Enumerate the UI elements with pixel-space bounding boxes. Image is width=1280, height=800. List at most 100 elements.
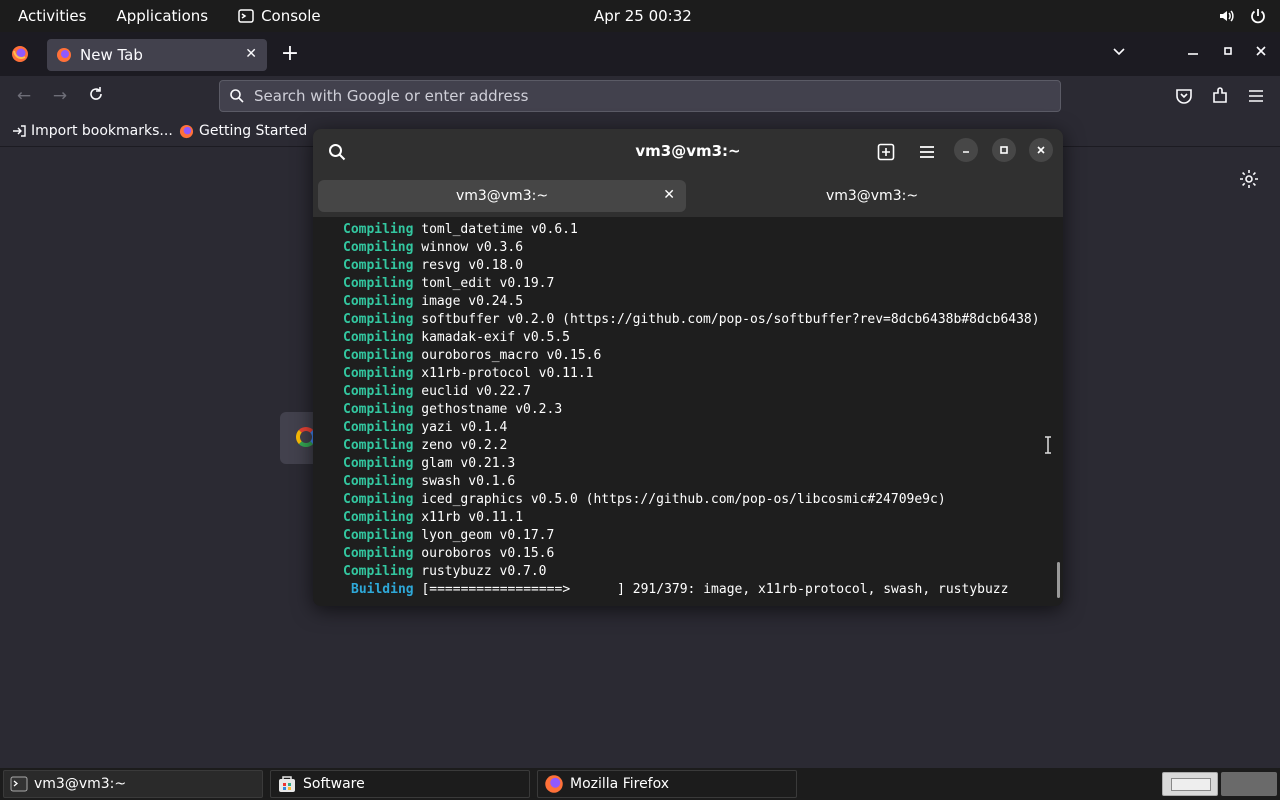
terminal-line-text: iced_graphics v0.5.0 (https://github.com…: [413, 492, 946, 507]
terminal-line: Compiling lyon_geom v0.17.7: [343, 527, 554, 545]
applications-menu[interactable]: Applications: [98, 0, 208, 32]
terminal-tab-bar: vm3@vm3:~ ✕ vm3@vm3:~: [313, 175, 1063, 217]
maximize-icon[interactable]: [992, 138, 1016, 162]
task-terminal[interactable]: vm3@vm3:~: [3, 770, 263, 798]
terminal-tab-label: vm3@vm3:~: [825, 188, 919, 204]
cargo-status-keyword: Compiling: [343, 348, 414, 363]
task-firefox[interactable]: Mozilla Firefox: [537, 770, 797, 798]
terminal-line: Compiling gethostname v0.2.3: [343, 401, 562, 419]
terminal-line-text: x11rb-protocol v0.11.1: [413, 366, 594, 381]
firefox-icon: [545, 775, 563, 793]
terminal-line: Compiling toml_datetime v0.6.1: [343, 221, 578, 239]
workspace-2[interactable]: [1221, 772, 1277, 796]
activities-button[interactable]: Activities: [0, 0, 86, 32]
terminal-icon: [10, 776, 28, 792]
cargo-status-keyword: Compiling: [343, 330, 414, 345]
scrollbar[interactable]: [1057, 562, 1060, 598]
back-arrow-icon[interactable]: ←: [14, 86, 34, 106]
terminal-line: Compiling euclid v0.22.7: [343, 383, 531, 401]
cargo-status-keyword: Compiling: [343, 546, 414, 561]
reload-icon[interactable]: [86, 86, 106, 106]
hamburger-menu-icon[interactable]: [915, 140, 939, 164]
maximize-icon[interactable]: [1222, 44, 1234, 62]
terminal-line-text: winnow v0.3.6: [413, 240, 524, 255]
import-icon: [13, 125, 26, 137]
terminal-line: Compiling x11rb-protocol v0.11.1: [343, 365, 593, 383]
software-icon: [279, 776, 295, 792]
terminal-line: Compiling zeno v0.2.2: [343, 437, 507, 455]
close-window-icon[interactable]: [1255, 44, 1267, 62]
cargo-status-keyword: Compiling: [343, 492, 414, 507]
terminal-tab-1[interactable]: vm3@vm3:~ ✕: [318, 180, 686, 212]
search-icon: [230, 89, 244, 103]
terminal-line: Compiling x11rb v0.11.1: [343, 509, 523, 527]
pocket-icon[interactable]: [1174, 86, 1194, 106]
cargo-status-keyword: Compiling: [343, 474, 414, 489]
tab-new-tab[interactable]: New Tab ✕: [47, 39, 267, 71]
close-tab-icon[interactable]: ✕: [663, 187, 675, 203]
terminal-line-text: zeno v0.2.2: [413, 438, 508, 453]
workspace-1[interactable]: [1162, 772, 1218, 796]
cargo-status-keyword: Compiling: [343, 564, 414, 579]
terminal-line-text: swash v0.1.6: [413, 474, 516, 489]
terminal-line-text: ouroboros v0.15.6: [413, 546, 555, 561]
cargo-status-keyword: Compiling: [343, 366, 414, 381]
cargo-status-keyword: Compiling: [343, 294, 414, 309]
close-icon[interactable]: [1029, 138, 1053, 162]
getting-started-link[interactable]: Getting Started: [179, 123, 307, 139]
cargo-status-keyword: Compiling: [343, 312, 414, 327]
task-software[interactable]: Software: [270, 770, 530, 798]
list-tabs-icon[interactable]: [1112, 44, 1126, 62]
terminal-line-text: yazi v0.1.4: [413, 420, 508, 435]
terminal-line: Compiling kamadak-exif v0.5.5: [343, 329, 570, 347]
terminal-line: Compiling winnow v0.3.6: [343, 239, 523, 257]
minimize-icon[interactable]: [954, 138, 978, 162]
import-bookmarks-link[interactable]: Import bookmarks...: [12, 123, 173, 139]
system-menu[interactable]: [1218, 0, 1266, 32]
clock[interactable]: Apr 25 00:32: [594, 0, 692, 32]
console-label: Console: [261, 7, 321, 25]
cargo-status-keyword: Compiling: [343, 240, 414, 255]
build-progress-line: Building [=================> ] 291/379: …: [351, 581, 1008, 599]
terminal-line: Compiling swash v0.1.6: [343, 473, 515, 491]
firefox-icon: [57, 48, 71, 62]
terminal-tab-label: vm3@vm3:~: [455, 188, 549, 204]
terminal-line: Compiling toml_edit v0.19.7: [343, 275, 554, 293]
terminal-line: Compiling glam v0.21.3: [343, 455, 515, 473]
terminal-line-text: softbuffer v0.2.0 (https://github.com/po…: [413, 312, 1040, 327]
task-label: Software: [303, 776, 365, 792]
import-bookmarks-label: Import bookmarks...: [31, 123, 173, 139]
menu-icon[interactable]: [1246, 86, 1266, 106]
cargo-status-keyword: Compiling: [343, 528, 414, 543]
terminal-line-text: ouroboros_macro v0.15.6: [413, 348, 602, 363]
cargo-status-keyword: Compiling: [343, 276, 414, 291]
terminal-line: Compiling image v0.24.5: [343, 293, 523, 311]
terminal-tab-2[interactable]: vm3@vm3:~: [688, 180, 1056, 212]
forward-arrow-icon[interactable]: →: [50, 86, 70, 106]
terminal-line-text: x11rb v0.11.1: [413, 510, 524, 525]
close-tab-icon[interactable]: ✕: [245, 46, 257, 62]
terminal-output[interactable]: Compiling toml_datetime v0.6.1 Compiling …: [313, 217, 1063, 606]
getting-started-label: Getting Started: [199, 123, 308, 139]
new-tab-icon[interactable]: [874, 140, 898, 164]
minimize-icon[interactable]: [1187, 44, 1199, 62]
cargo-status-keyword: Compiling: [343, 510, 414, 525]
terminal-line-text: lyon_geom v0.17.7: [413, 528, 555, 543]
terminal-window: vm3@vm3:~ vm3@vm3:~ ✕ vm3@vm3:~ Compilin…: [313, 129, 1063, 606]
firefox-icon: [179, 124, 194, 138]
task-label: vm3@vm3:~: [34, 776, 127, 792]
terminal-line: Compiling ouroboros_macro v0.15.6: [343, 347, 601, 365]
new-tab-button[interactable]: +: [280, 42, 300, 66]
terminal-line: Compiling ouroboros v0.15.6: [343, 545, 554, 563]
cargo-status-keyword: Compiling: [343, 258, 414, 273]
address-bar[interactable]: Search with Google or enter address: [219, 80, 1061, 112]
firefox-view-icon[interactable]: [11, 45, 29, 63]
console-app-menu[interactable]: Console: [220, 0, 321, 32]
terminal-line-text: resvg v0.18.0: [413, 258, 524, 273]
gear-icon[interactable]: [1239, 169, 1259, 189]
terminal-line-text: toml_edit v0.19.7: [413, 276, 555, 291]
cargo-status-keyword: Compiling: [343, 438, 414, 453]
terminal-line: Compiling softbuffer v0.2.0 (https://git…: [343, 311, 1040, 329]
terminal-line: Compiling rustybuzz v0.7.0: [343, 563, 547, 581]
extensions-icon[interactable]: [1210, 86, 1230, 106]
